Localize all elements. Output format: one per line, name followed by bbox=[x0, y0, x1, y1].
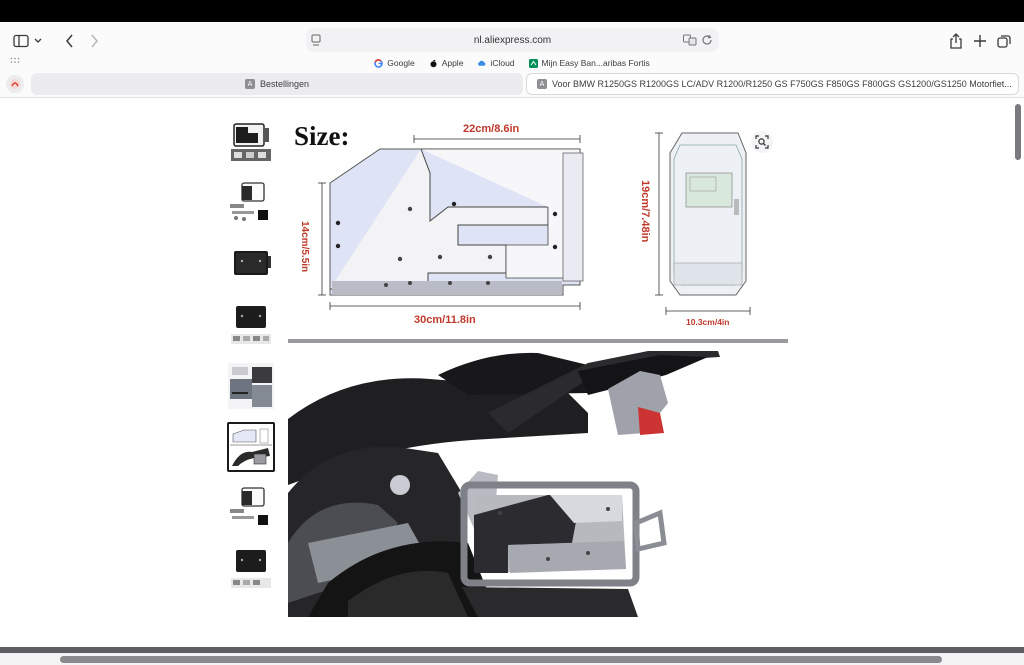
bookmark-icloud[interactable]: iCloud bbox=[477, 58, 515, 68]
bookmark-apple[interactable]: Apple bbox=[429, 58, 464, 68]
thumbnail-6[interactable] bbox=[227, 422, 275, 472]
bank-icon bbox=[528, 58, 538, 68]
site-settings-button[interactable] bbox=[6, 75, 24, 93]
mounting-kit-thumbnail bbox=[230, 487, 268, 525]
bookmark-label: Apple bbox=[441, 58, 464, 68]
vertical-scrollbar-thumb[interactable] bbox=[1015, 104, 1021, 160]
dimension-top-label: 22cm/8.6in bbox=[463, 123, 520, 135]
black-box-kit-thumbnail bbox=[231, 550, 271, 588]
tab-bar: A Bestellingen A Voor BMW R1250GS R1200G… bbox=[0, 72, 1024, 96]
tab-label: Bestellingen bbox=[259, 79, 310, 89]
tab-bestellingen[interactable]: A Bestellingen bbox=[31, 73, 523, 95]
size-heading: Size: bbox=[294, 121, 349, 151]
tab-product[interactable]: A Voor BMW R1250GS R1200GS LC/ADV R1200/… bbox=[526, 73, 1019, 95]
back-button[interactable] bbox=[60, 30, 80, 52]
apple-icon bbox=[429, 59, 438, 68]
chevron-right-icon bbox=[91, 34, 98, 48]
tab-label: Voor BMW R1250GS R1200GS LC/ADV R1200/R1… bbox=[552, 79, 1012, 89]
thumbnail-7[interactable] bbox=[227, 483, 275, 533]
chevron-left-icon bbox=[66, 34, 73, 48]
bookmark-label: iCloud bbox=[490, 58, 515, 68]
aliexpress-icon bbox=[10, 79, 20, 89]
horizontal-scrollbar-thumb[interactable] bbox=[60, 656, 942, 663]
sidebar-toggle-button[interactable] bbox=[8, 30, 48, 52]
bookmark-bank[interactable]: Mijn Easy Ban...aribas Fortis bbox=[528, 58, 650, 68]
page-menu-icon[interactable] bbox=[310, 33, 322, 47]
sidebar-toggle-icon bbox=[13, 34, 42, 48]
thumbnail-4[interactable] bbox=[227, 300, 275, 350]
translate-icon[interactable] bbox=[683, 34, 697, 46]
dimension-bottom-label: 30cm/11.8in bbox=[414, 314, 476, 326]
bookmark-label: Google bbox=[387, 58, 415, 68]
dimension-height-label: 19cm/7.48in bbox=[639, 180, 651, 243]
url-text: nl.aliexpress.com bbox=[473, 34, 552, 46]
bookmark-label: Mijn Easy Ban...aribas Fortis bbox=[541, 58, 650, 68]
page-content: Size: 22cm/8.6in 30cm/11.8in 14cm/5.5in … bbox=[0, 99, 1024, 647]
share-icon bbox=[950, 33, 962, 49]
black-box-kit-thumbnail bbox=[231, 306, 271, 344]
cloud-icon bbox=[477, 59, 486, 68]
plus-icon bbox=[974, 35, 986, 47]
dimension-width-label: 10.3cm/4in bbox=[686, 317, 729, 327]
thumbnail-1[interactable] bbox=[227, 117, 275, 167]
tool-box-mounted bbox=[460, 481, 667, 587]
visual-search-button[interactable] bbox=[751, 131, 773, 153]
forward-button[interactable] bbox=[84, 30, 104, 52]
bookmarks-bar: Google Apple iCloud Mijn Easy Ban...arib… bbox=[0, 56, 1024, 70]
mounting-kit-thumbnail bbox=[230, 182, 268, 221]
installation-thumbnail bbox=[228, 363, 274, 409]
dimension-left-label: 14cm/5.5in bbox=[299, 221, 310, 272]
tool-box-thumbnail bbox=[231, 123, 271, 161]
thumbnail-3[interactable] bbox=[227, 239, 275, 289]
product-main-image[interactable]: Size: 22cm/8.6in 30cm/11.8in 14cm/5.5in … bbox=[288, 113, 788, 617]
visual-search-icon bbox=[755, 135, 769, 149]
box-front-view bbox=[669, 132, 747, 296]
browser-toolbar: nl.aliexpress.com Google Apple iCloud Mi… bbox=[0, 22, 1024, 98]
bookmark-google[interactable]: Google bbox=[374, 58, 415, 68]
thumbnail-8[interactable] bbox=[227, 544, 275, 594]
share-button[interactable] bbox=[945, 30, 967, 52]
horizontal-scrollbar[interactable] bbox=[0, 653, 1024, 665]
vertical-scrollbar[interactable] bbox=[1013, 104, 1023, 639]
size-chart-thumbnail bbox=[230, 426, 272, 468]
tab-overview-icon bbox=[997, 35, 1011, 48]
status-bar bbox=[0, 0, 1024, 22]
tab-favicon: A bbox=[244, 79, 255, 89]
tab-overview-button[interactable] bbox=[993, 30, 1015, 52]
thumbnail-2[interactable] bbox=[227, 178, 275, 228]
google-icon bbox=[374, 58, 384, 68]
thumbnail-5[interactable] bbox=[227, 361, 275, 411]
new-tab-button[interactable] bbox=[969, 30, 991, 52]
reload-icon[interactable] bbox=[701, 34, 713, 46]
address-bar[interactable]: nl.aliexpress.com bbox=[306, 28, 719, 52]
box-side-view bbox=[329, 148, 584, 296]
black-box-thumbnail bbox=[234, 251, 271, 275]
motorcycle-photo bbox=[288, 343, 788, 617]
tab-favicon: A bbox=[537, 79, 547, 89]
